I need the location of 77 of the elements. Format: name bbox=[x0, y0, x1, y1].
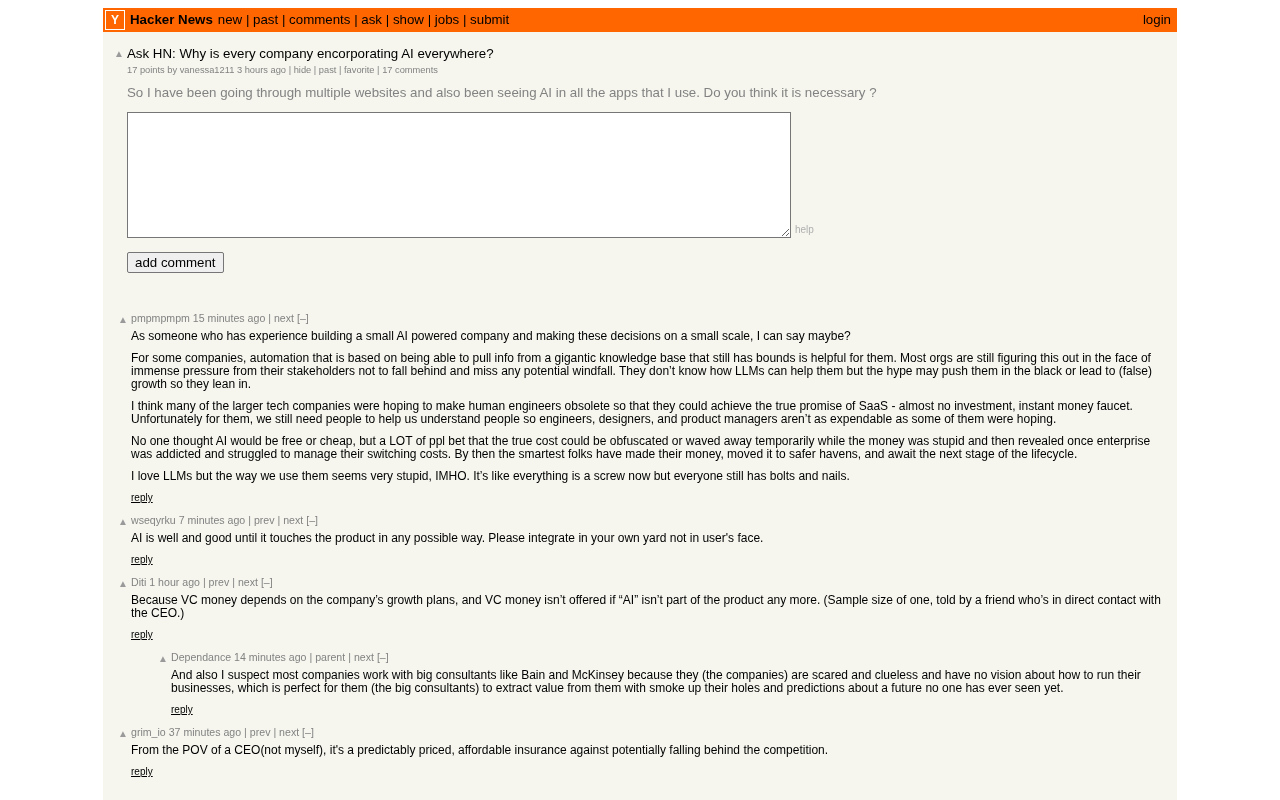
collapse-toggle[interactable]: [–] bbox=[376, 651, 389, 663]
nav-link[interactable]: jobs bbox=[434, 10, 460, 30]
separator: | bbox=[276, 514, 282, 526]
comment-nav-link[interactable]: prev bbox=[208, 576, 230, 588]
help-link[interactable]: help bbox=[795, 222, 814, 237]
separator: | bbox=[247, 514, 252, 526]
separator: | bbox=[312, 65, 318, 75]
comment-text: Because VC money depends on the company’s growth plans, and VC money isn’t offered if “AI” isn’t part of the product any more. (Sample size of one, told by a friend who’s in direct contact with the CEO.) bbox=[131, 594, 1162, 620]
collapse-toggle[interactable]: [–] bbox=[296, 312, 309, 324]
reply-link[interactable]: reply bbox=[131, 492, 153, 504]
comment-text: And also I suspect most companies work with big consultants like Bain and McKinsey because they (the companies) are scared and clueless and have no vision about how to run their businesses, which is perfect for them (the big consultants) to extract value from them with smoke up their holes and predictions about a future no one has ever seen yet. bbox=[171, 669, 1142, 695]
separator: | bbox=[280, 11, 287, 30]
comment-age[interactable]: 1 hour ago bbox=[149, 576, 200, 588]
nav-link[interactable]: comments bbox=[289, 10, 351, 30]
reply-link[interactable]: reply bbox=[171, 704, 193, 716]
collapse-toggle[interactable]: [–] bbox=[306, 514, 318, 526]
comment-nav-link[interactable]: next bbox=[273, 312, 294, 324]
comment-text: From the POV of a CEO(not myself), it's a predictably priced, affordable insurance against potentially falling behind the competition. bbox=[131, 744, 830, 757]
story-text: So I have been going through multiple websites and also been seeing AI in all the apps that I use. Do you think it is necessary ? bbox=[127, 85, 878, 101]
comment-nav-link[interactable]: prev bbox=[249, 726, 271, 738]
site-name[interactable]: Hacker News bbox=[130, 10, 213, 30]
comment-author[interactable]: grim_io bbox=[131, 726, 166, 738]
story-link[interactable]: past bbox=[318, 65, 337, 75]
separator: | bbox=[267, 312, 272, 324]
nav-link[interactable]: ask bbox=[361, 10, 382, 30]
comment-nav-link[interactable]: next bbox=[283, 514, 304, 526]
comment-nav-link[interactable]: next bbox=[279, 726, 300, 738]
separator: | bbox=[243, 726, 248, 738]
comment-age[interactable]: 15 minutes ago bbox=[192, 312, 266, 324]
nav-link[interactable]: show bbox=[392, 10, 424, 30]
separator: | bbox=[426, 11, 433, 30]
comment-text: AI is well and good until it touches the product in any possible way. Please integrate in your own yard not in user's face. bbox=[131, 532, 765, 545]
nav-link[interactable]: submit bbox=[470, 10, 510, 30]
comment-author[interactable]: Diti bbox=[131, 576, 147, 588]
separator: | bbox=[272, 726, 278, 738]
comment-age[interactable]: 14 minutes ago bbox=[234, 651, 307, 663]
comment-text: For some companies, automation that is based on being able to pull info from a gigantic knowledge base that still has bounds is helpful for them. Most orgs are still figuring this out in the face of immense pressure from their stakeholders not to fall behind and miss any potential windfall. They don’t know how LLMs can help them but the hype may push them in the black or lead to (false) growth so they lean in. bbox=[131, 352, 1153, 391]
comment-author[interactable]: wseqyrku bbox=[131, 514, 176, 526]
comment-nav-link[interactable]: next bbox=[353, 651, 374, 663]
separator: | bbox=[308, 651, 314, 663]
site-logo[interactable]: Y bbox=[105, 10, 125, 30]
reply-link[interactable]: reply bbox=[131, 766, 153, 778]
separator: | bbox=[244, 11, 251, 30]
comment-author[interactable]: Dependance bbox=[171, 651, 232, 663]
separator: | bbox=[376, 65, 381, 75]
nav-link[interactable]: past bbox=[253, 10, 279, 30]
comment-text: No one thought AI would be free or cheap, but a LOT of ppl bet that the true cost could be obfuscated or waved away temporarily while the money was stupid and then revealed once enterprise was addicted and struggled to manage their switching costs. By then the smartest folks have made their money, moved it to safer havens, and await the next stage of the lifecycle. bbox=[131, 435, 1152, 461]
separator: | bbox=[201, 576, 207, 588]
separator: | bbox=[287, 65, 293, 75]
collapse-toggle[interactable]: [–] bbox=[260, 576, 273, 588]
separator: | bbox=[384, 11, 391, 30]
story-link[interactable]: 17 comments bbox=[382, 65, 438, 75]
story-byline: 17 points by vanessa1211 3 hours ago bbox=[127, 65, 287, 75]
story-link[interactable]: favorite bbox=[344, 65, 375, 75]
comment-nav-link[interactable]: next bbox=[237, 576, 258, 588]
comment-text: I love LLMs but the way we use them seems very stupid, IMHO. It’s like everything is a screw now but everyone still has bolts and nails. bbox=[131, 470, 851, 483]
comment-age[interactable]: 7 minutes ago bbox=[178, 514, 246, 526]
comment-nav-link[interactable]: parent bbox=[315, 651, 346, 663]
comment-age[interactable]: 37 minutes ago bbox=[168, 726, 242, 738]
separator: | bbox=[461, 11, 468, 30]
login-link[interactable]: login bbox=[1142, 10, 1171, 30]
comment-input[interactable] bbox=[127, 112, 791, 238]
comment-nav-link[interactable]: prev bbox=[253, 514, 275, 526]
comment-text: As someone who has experience building a small AI powered company and making these decisions on a small scale, I can say maybe? bbox=[131, 330, 852, 343]
separator: | bbox=[353, 11, 359, 30]
separator: | bbox=[347, 651, 352, 663]
add-comment-button[interactable]: add comment bbox=[127, 252, 224, 273]
separator: | bbox=[338, 65, 343, 75]
nav-link[interactable]: new bbox=[217, 10, 243, 30]
reply-link[interactable]: reply bbox=[131, 629, 153, 641]
separator: | bbox=[231, 576, 236, 588]
comment-author[interactable]: pmpmpmpm bbox=[131, 312, 190, 324]
collapse-toggle[interactable]: [–] bbox=[302, 726, 314, 738]
story-title[interactable]: Ask HN: Why is every company encorporating AI everywhere? bbox=[127, 46, 1177, 62]
comment-text: I think many of the larger tech companies were hoping to make human engineers obsolete so that they could achieve the true promise of SaaS - almost no investment, instant money faucet. Unfortunately for them, we still need people to help us understand people so engineers, designers, and product managers aren’t as expendable as some of them were hoping. bbox=[131, 400, 1134, 426]
reply-link[interactable]: reply bbox=[131, 554, 153, 566]
story-link[interactable]: hide bbox=[293, 65, 312, 75]
